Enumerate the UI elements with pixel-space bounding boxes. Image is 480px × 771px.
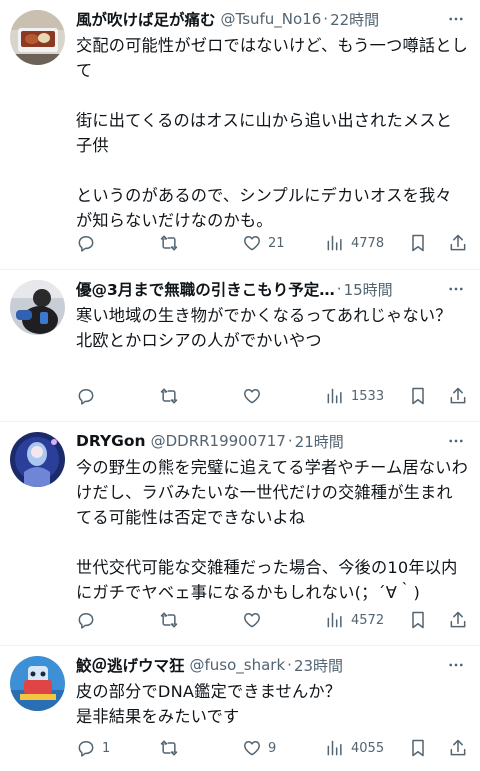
separator-dot: · [287, 656, 292, 674]
user-handle[interactable]: @DDRR19900717 [151, 432, 286, 450]
avatar[interactable] [10, 10, 65, 65]
reply-button[interactable] [76, 231, 102, 255]
like-count: 21 [268, 235, 285, 251]
bookmark-icon [412, 234, 424, 252]
retweet-icon [160, 388, 178, 404]
tweet-text: 交配の可能性がゼロではないけど、もう一つ噂話として 街に出てくるのはオスに山から… [76, 36, 469, 230]
heart-icon [244, 389, 260, 404]
avatar[interactable] [10, 280, 65, 335]
reply-icon [78, 389, 94, 405]
more-icon[interactable] [444, 7, 468, 31]
tweet[interactable]: DRYGon @DDRR19900717 · 21時間 今の野生の熊を完璧に追え… [0, 422, 480, 646]
tweet-text: 今の野生の熊を完璧に追えてる学者やチーム居ないわけだし、ラバみたいな一世代だけの… [76, 458, 469, 602]
action-bar: 21 4778 [76, 231, 468, 255]
bookmark-button[interactable] [408, 384, 428, 408]
reply-icon [78, 741, 94, 757]
retweet-button[interactable] [159, 384, 185, 408]
timestamp[interactable]: 22時間 [330, 9, 379, 30]
like-button[interactable] [242, 608, 268, 632]
action-bar: 4572 [76, 608, 468, 632]
more-icon[interactable] [444, 429, 468, 453]
display-name[interactable]: 風が吹けば足が痛む [76, 8, 216, 30]
view-count: 4778 [351, 235, 385, 251]
views-icon [327, 740, 342, 756]
retweet-icon [160, 235, 178, 251]
views-icon [327, 235, 342, 251]
display-name[interactable]: 優@3月まで無職の引きこもり予定… [76, 278, 335, 300]
bookmark-button[interactable] [408, 608, 428, 632]
share-button[interactable] [448, 608, 468, 632]
views-button[interactable]: 1533 [325, 384, 384, 408]
reply-button[interactable] [76, 384, 102, 408]
heart-icon [244, 741, 260, 756]
tweet-text: 皮の部分でDNA鑑定できませんか？ 是非結果をみたいです [76, 682, 342, 726]
retweet-icon [160, 612, 178, 628]
view-count: 4055 [351, 740, 385, 756]
tweet[interactable]: 風が吹けば足が痛む @Tsufu_No16 · 22時間 交配の可能性がゼロでは… [0, 0, 480, 270]
share-button[interactable] [448, 384, 468, 408]
reply-button[interactable] [76, 608, 102, 632]
timestamp[interactable]: 21時間 [295, 431, 344, 452]
share-icon [450, 611, 466, 628]
views-button[interactable]: 4572 [325, 608, 384, 632]
bookmark-button[interactable] [408, 231, 428, 255]
timeline-feed: 風が吹けば足が痛む @Tsufu_No16 · 22時間 交配の可能性がゼロでは… [0, 0, 480, 771]
more-icon[interactable] [444, 277, 468, 301]
timestamp[interactable]: 15時間 [344, 279, 393, 300]
user-handle[interactable]: @Tsufu_No16 [221, 10, 322, 28]
display-name[interactable]: 鮫＠逃げウマ狂 [76, 654, 185, 676]
timestamp[interactable]: 23時間 [294, 655, 343, 676]
user-handle[interactable]: @fuso_shark [190, 656, 286, 674]
reply-icon [78, 236, 94, 252]
like-count: 9 [268, 740, 277, 756]
views-icon [327, 388, 342, 404]
share-button[interactable] [448, 231, 468, 255]
retweet-button[interactable] [159, 608, 185, 632]
like-button[interactable] [242, 384, 268, 408]
view-count: 1533 [351, 388, 385, 404]
bookmark-icon [412, 387, 424, 405]
bookmark-button[interactable] [408, 736, 428, 760]
retweet-icon [160, 740, 178, 756]
bookmark-icon [412, 611, 424, 629]
reply-count: 1 [102, 740, 111, 756]
display-name[interactable]: DRYGon [76, 432, 146, 450]
share-icon [450, 387, 466, 404]
action-bar: 1533 [76, 384, 468, 408]
action-bar: 1 9 4055 [76, 736, 468, 760]
more-icon[interactable] [444, 653, 468, 677]
retweet-button[interactable] [159, 231, 185, 255]
reply-icon [78, 613, 94, 629]
share-icon [450, 739, 466, 756]
separator-dot: · [323, 10, 329, 28]
like-button[interactable]: 21 [242, 231, 285, 255]
tweet[interactable]: 優@3月まで無職の引きこもり予定… · 15時間 寒い地域の生き物がでかくなるっ… [0, 270, 480, 422]
like-button[interactable]: 9 [242, 736, 276, 760]
avatar[interactable] [10, 432, 65, 487]
views-icon [327, 612, 342, 628]
view-count: 4572 [351, 612, 385, 628]
reply-button[interactable]: 1 [76, 736, 110, 760]
avatar[interactable] [10, 656, 65, 711]
share-button[interactable] [448, 736, 468, 760]
heart-icon [244, 613, 260, 628]
share-icon [450, 234, 466, 251]
separator-dot: · [287, 432, 293, 450]
views-button[interactable]: 4055 [325, 736, 384, 760]
tweet[interactable]: 鮫＠逃げウマ狂 @fuso_shark · 23時間 皮の部分でDNA鑑定できま… [0, 646, 480, 771]
views-button[interactable]: 4778 [325, 231, 384, 255]
bookmark-icon [412, 739, 424, 757]
retweet-button[interactable] [159, 736, 185, 760]
separator-dot: · [336, 280, 342, 298]
tweet-text: 寒い地域の生き物がでかくなるってあれじゃない？ 北欧とかロシアの人がでかいやつ [76, 306, 452, 350]
heart-icon [244, 236, 260, 251]
